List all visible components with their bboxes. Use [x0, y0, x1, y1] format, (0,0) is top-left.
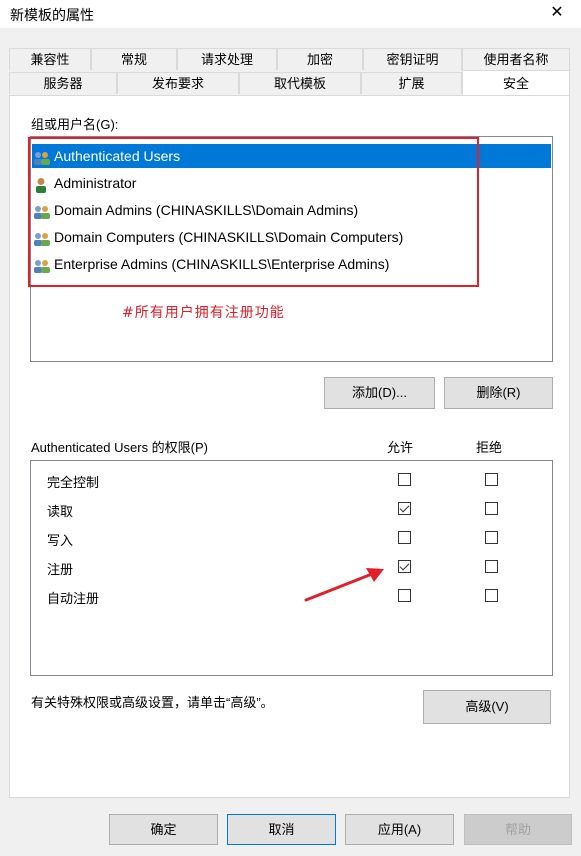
- allow-header: 允许: [387, 440, 414, 455]
- deny-checkbox-full-control[interactable]: [485, 473, 498, 486]
- tab-general[interactable]: 常规: [91, 48, 177, 70]
- allow-checkbox-autoenroll[interactable]: [398, 589, 411, 602]
- tab-row-1: 兼容性 常规 请求处理 加密 密钥证明 使用者名称: [9, 48, 570, 70]
- tab-key-attestation[interactable]: 密钥证明: [363, 48, 462, 70]
- allow-checkbox-full-control[interactable]: [398, 473, 411, 486]
- help-button[interactable]: 帮助: [464, 814, 572, 845]
- cancel-button[interactable]: 取消: [227, 814, 336, 845]
- deny-checkbox-enroll[interactable]: [485, 560, 498, 573]
- advanced-button[interactable]: 高级(V): [423, 690, 551, 724]
- tab-issuance-requirements[interactable]: 发布要求: [117, 72, 239, 94]
- tab-compatibility[interactable]: 兼容性: [9, 48, 91, 70]
- permission-write: 写入: [47, 533, 74, 548]
- deny-checkbox-write[interactable]: [485, 531, 498, 544]
- allow-checkbox-read[interactable]: [398, 502, 411, 515]
- permission-read: 读取: [47, 504, 74, 519]
- deny-checkbox-autoenroll[interactable]: [485, 589, 498, 602]
- groups-label: 组或用户名(G):: [31, 117, 119, 132]
- tab-server[interactable]: 服务器: [9, 72, 117, 94]
- tab-extensions[interactable]: 扩展: [361, 72, 462, 94]
- tab-subject-name[interactable]: 使用者名称: [462, 48, 570, 70]
- tab-superseded-templates[interactable]: 取代模板: [239, 72, 361, 94]
- annotation-box: [28, 137, 479, 287]
- deny-checkbox-read[interactable]: [485, 502, 498, 515]
- close-icon[interactable]: ✕: [547, 3, 567, 23]
- permission-autoenroll: 自动注册: [47, 591, 100, 606]
- dialog-title: 新模板的属性: [10, 7, 94, 23]
- tab-security[interactable]: 安全: [462, 70, 570, 95]
- permission-enroll: 注册: [47, 562, 74, 577]
- tab-cryptography[interactable]: 加密: [277, 48, 363, 70]
- remove-button[interactable]: 删除(R): [444, 377, 553, 409]
- annotation-note: #所有用户拥有注册功能: [122, 305, 285, 321]
- tab-request-handling[interactable]: 请求处理: [177, 48, 277, 70]
- annotation-arrow-icon: [304, 568, 384, 602]
- title-bar: 新模板的属性 ✕: [0, 0, 581, 28]
- allow-checkbox-write[interactable]: [398, 531, 411, 544]
- permissions-label: Authenticated Users 的权限(P): [31, 440, 209, 455]
- advanced-hint: 有关特殊权限或高级设置，请单击“高级”。: [31, 695, 274, 710]
- permission-full-control: 完全控制: [47, 475, 100, 490]
- permissions-listbox[interactable]: 完全控制 读取 写入 注册 自动注册: [30, 460, 553, 676]
- allow-checkbox-enroll[interactable]: [398, 560, 411, 573]
- ok-button[interactable]: 确定: [109, 814, 218, 845]
- tab-row-2: 服务器 发布要求 取代模板 扩展 安全: [9, 70, 570, 95]
- add-button[interactable]: 添加(D)...: [324, 377, 435, 409]
- deny-header: 拒绝: [476, 440, 503, 455]
- apply-button[interactable]: 应用(A): [345, 814, 454, 845]
